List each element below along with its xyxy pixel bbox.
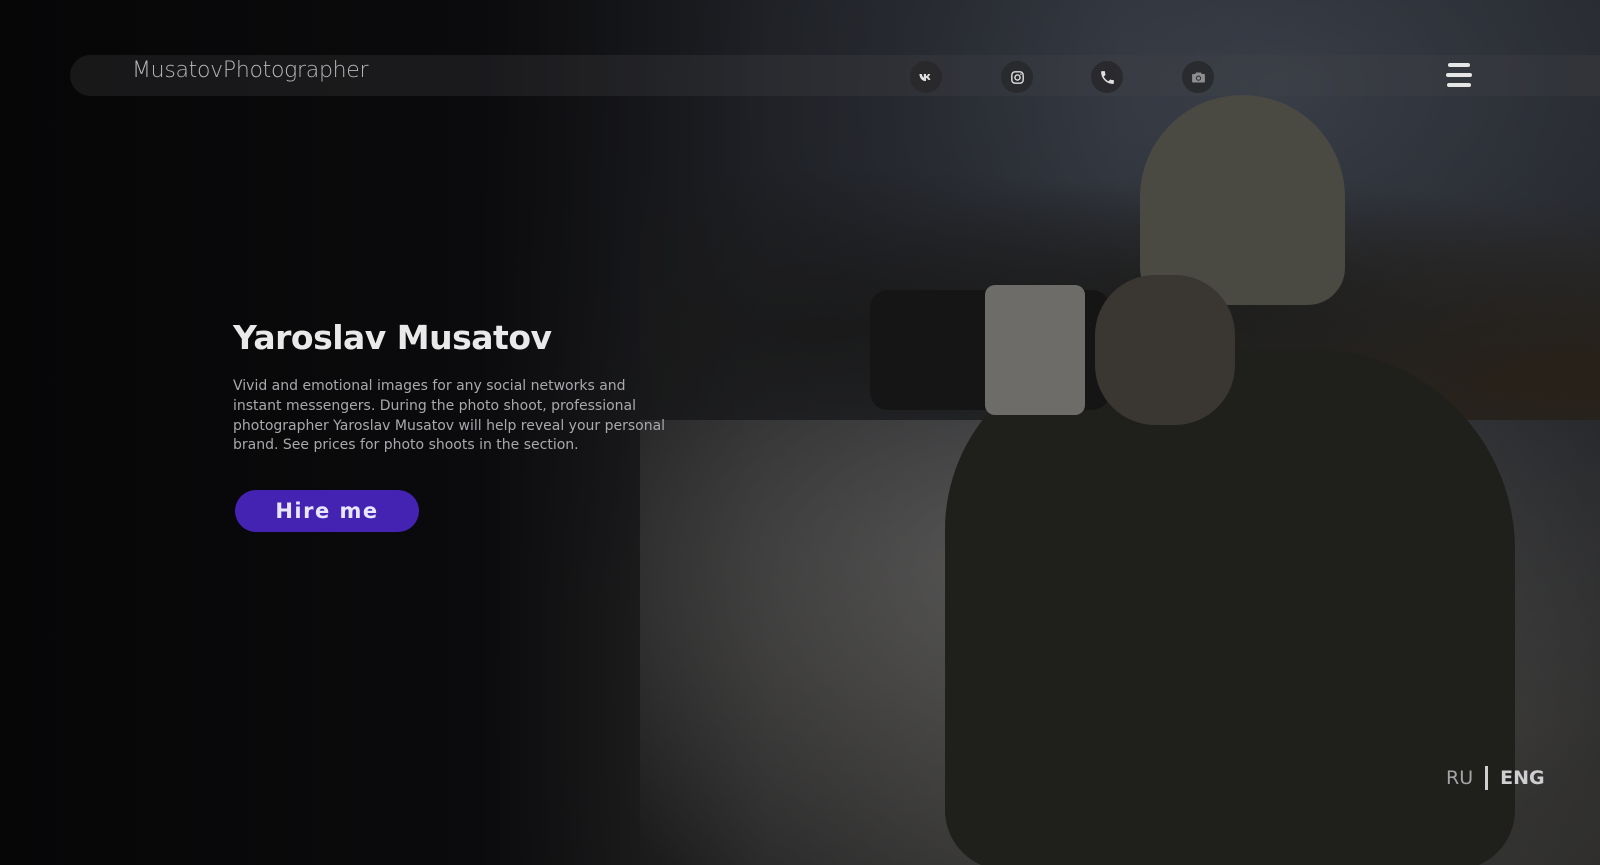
hamburger-menu-icon[interactable] (1446, 63, 1472, 87)
vk-glyph (918, 73, 930, 81)
language-eng[interactable]: ENG (1500, 767, 1544, 789)
camera-icon[interactable] (1182, 61, 1214, 93)
hire-me-button[interactable]: Hire me (235, 490, 419, 532)
instagram-icon[interactable] (1001, 61, 1033, 93)
camera-glyph (1191, 72, 1205, 82)
phone-icon[interactable] (1091, 61, 1123, 93)
photo-hand (1095, 275, 1235, 425)
vk-icon[interactable] (910, 61, 942, 93)
instagram-glyph (1010, 70, 1024, 84)
hero-description: Vivid and emotional images for any socia… (233, 378, 666, 454)
menu-line-bottom (1447, 83, 1471, 87)
site-logo[interactable]: MusatovPhotographer (132, 58, 369, 83)
language-divider (1485, 766, 1489, 790)
hero-title: Yaroslav Musatov (233, 318, 552, 357)
menu-line-top (1448, 63, 1470, 67)
photographer-photo (870, 95, 1570, 865)
photo-hat (1140, 95, 1345, 305)
language-ru[interactable]: RU (1446, 767, 1473, 789)
photo-lens-ring (985, 285, 1085, 415)
phone-glyph (1100, 70, 1114, 84)
photo-jacket (945, 350, 1515, 865)
menu-line-middle (1446, 73, 1472, 77)
language-switcher: RU ENG (1446, 766, 1545, 790)
page: MusatovPhotographer Yaroslav Musatov Viv… (0, 0, 1600, 865)
